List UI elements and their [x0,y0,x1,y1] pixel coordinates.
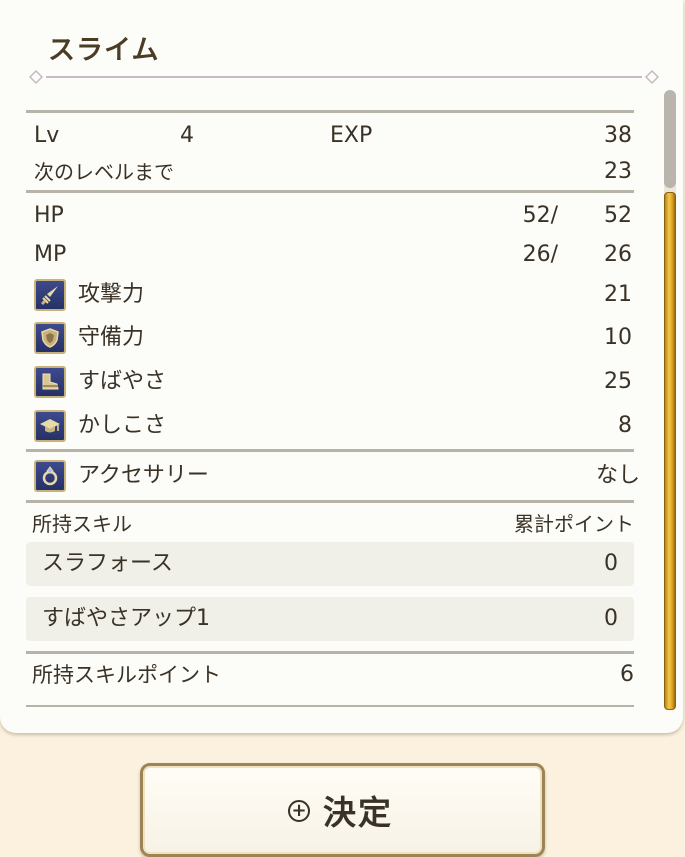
stat-label: 攻撃力 [78,282,145,307]
divider [26,190,634,193]
mp-max: 26 [604,242,632,267]
shield-icon [34,322,66,354]
stat-value: 10 [604,325,632,350]
skills-points-header: 累計ポイント [514,512,634,536]
sword-icon [34,279,66,311]
mp-label: MP [34,242,67,267]
skill-points: 0 [604,606,618,631]
plus-circle-icon: + [288,800,310,822]
stat-value: 8 [618,413,632,438]
hp-row: HP 52/ 52 [34,198,634,234]
scrollbar-thumb[interactable] [664,90,676,188]
level-label: Lv [34,123,60,148]
stat-label: すばやさ [78,369,167,394]
stat-label: 守備力 [78,325,145,350]
hp-label: HP [34,203,64,228]
mp-current: 26/ [522,242,558,267]
title-divider-ornament [28,69,660,85]
stat-row-wisdom: かしこさ 8 [34,408,634,444]
level-value: 4 [180,123,194,148]
divider [26,651,634,654]
exp-value: 38 [604,123,632,148]
level-row: Lv 4 EXP 38 [34,118,634,154]
divider [26,500,634,503]
exp-label: EXP [330,123,373,148]
skill-item-agility-up[interactable]: すばやさアップ1 0 [26,597,634,641]
boot-icon [34,366,66,398]
stat-row-agility: すばやさ 25 [34,364,634,400]
skill-name: スラフォース [42,551,173,576]
next-level-value: 23 [604,159,632,184]
accessory-label: アクセサリー [78,463,209,488]
mp-row: MP 26/ 26 [34,237,634,273]
divider [26,449,634,452]
stat-value: 21 [604,282,632,307]
accessory-value: なし [595,463,640,488]
stat-row-attack: 攻撃力 21 [34,277,634,313]
hp-max: 52 [604,203,632,228]
next-level-row: 次のレベルまで 23 [34,154,634,190]
divider [26,705,634,707]
ring-icon [34,460,66,492]
status-panel: スライム Lv 4 EXP 38 次のレベルまで 23 HP 52/ 52 MP… [0,0,683,733]
stat-label: かしこさ [78,413,167,438]
graduation-cap-icon [34,410,66,442]
skill-name: すばやさアップ1 [42,606,210,631]
stat-value: 25 [604,369,632,394]
skills-header: 所持スキル 累計ポイント [32,506,634,542]
skill-points-value: 6 [620,662,634,687]
confirm-button-label: 決定 [323,793,393,832]
skill-points: 0 [604,551,618,576]
next-level-label: 次のレベルまで [34,160,174,184]
skill-item-slaforce[interactable]: スラフォース 0 [26,542,634,586]
stat-row-defense: 守備力 10 [34,320,634,356]
skills-header-label: 所持スキル [32,512,132,536]
accessory-row[interactable]: アクセサリー なし [34,458,640,494]
skill-points-label: 所持スキルポイント [32,663,221,687]
skill-points-row: 所持スキルポイント 6 [32,657,634,693]
confirm-button[interactable]: + 決定 [140,763,545,857]
scrollbar-gold-rail [664,192,676,710]
monster-name-title: スライム [48,35,160,66]
hp-current: 52/ [522,203,558,228]
divider [26,110,634,113]
